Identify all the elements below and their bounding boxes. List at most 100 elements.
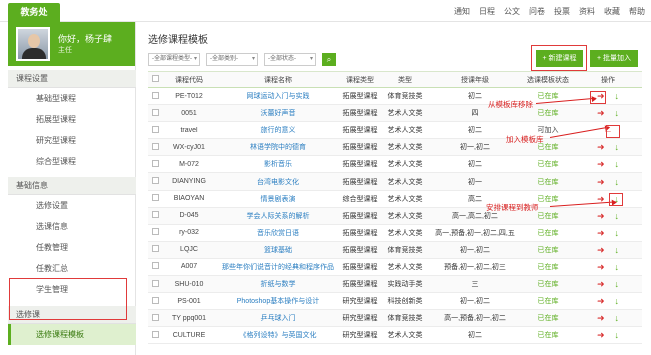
course-name-link[interactable]: Photoshop基本操作与设计 [218, 296, 338, 306]
remove-from-template-icon[interactable]: ➜ [597, 142, 605, 152]
remove-from-template-icon[interactable]: ➜ [597, 159, 605, 169]
topnav-documents[interactable]: 公文 [504, 6, 520, 17]
remove-from-template-icon[interactable]: ➜ [597, 330, 605, 340]
remove-from-template-icon[interactable]: ➜ [597, 211, 605, 221]
topnav-survey[interactable]: 问卷 [529, 6, 545, 17]
row-checkbox[interactable] [152, 177, 159, 185]
row-checkbox-cell [148, 108, 160, 118]
course-name-link[interactable]: 篮球基础 [218, 245, 338, 255]
assign-teacher-icon[interactable]: ↓ [615, 262, 620, 272]
course-name-link[interactable]: 情景剧表演 [218, 194, 338, 204]
header-category[interactable]: 类型 [382, 75, 428, 85]
brand-tab[interactable]: 教务处 [8, 3, 60, 22]
group-title-basic-info[interactable]: 基础信息 [8, 177, 136, 195]
assign-teacher-icon[interactable]: ↓ [615, 108, 620, 118]
row-checkbox[interactable] [152, 313, 159, 321]
row-checkbox[interactable] [152, 245, 159, 253]
header-code[interactable]: 课程代码 [160, 75, 218, 85]
course-grade: 高一,预备,初一,初二 [444, 315, 506, 323]
remove-from-template-icon[interactable]: ➜ [597, 313, 605, 323]
remove-from-template-icon[interactable]: ➜ [597, 91, 605, 101]
assign-teacher-icon[interactable]: ↓ [615, 245, 620, 255]
top-nav: 通知 日程 公文 问卷 投票 资料 收藏 帮助 [454, 6, 645, 17]
assign-teacher-icon[interactable]: ↓ [615, 330, 620, 340]
topnav-help[interactable]: 帮助 [629, 6, 645, 17]
sidebar-item-teaching-management[interactable]: 任教管理 [8, 237, 136, 258]
new-course-button[interactable]: + 新建课程 [536, 50, 583, 67]
select-all-checkbox[interactable] [152, 75, 159, 82]
row-checkbox[interactable] [152, 159, 159, 167]
topnav-schedule[interactable]: 日程 [479, 6, 495, 17]
header-checkbox-cell [148, 75, 160, 84]
course-type-select[interactable]: -全部课程类型- [148, 53, 200, 66]
status-select[interactable]: -全部状态- [264, 53, 316, 66]
course-code: SHU-010 [174, 280, 204, 288]
topnav-favorites[interactable]: 收藏 [604, 6, 620, 17]
assign-teacher-icon[interactable]: ↓ [615, 211, 620, 221]
row-checkbox[interactable] [152, 125, 159, 133]
header-status[interactable]: 选课模板状态 [522, 75, 574, 85]
remove-from-template-icon[interactable]: ➜ [597, 262, 605, 272]
remove-from-template-icon[interactable]: ➜ [597, 108, 605, 118]
course-name-link[interactable]: 影析音乐 [218, 159, 338, 169]
row-checkbox[interactable] [152, 211, 159, 219]
assign-teacher-icon[interactable]: ↓ [615, 142, 620, 152]
topnav-resources[interactable]: 资料 [579, 6, 595, 17]
sidebar-item-elective-template[interactable]: 选修课程模板 [8, 324, 136, 345]
row-checkbox[interactable] [152, 262, 159, 270]
assign-teacher-icon[interactable]: ↓ [615, 228, 620, 238]
row-checkbox[interactable] [152, 142, 159, 150]
course-name-link[interactable]: 台湾电影文化 [218, 177, 338, 187]
assign-teacher-icon[interactable]: ↓ [615, 177, 620, 187]
course-name-link[interactable]: 沃蕾好声音 [218, 108, 338, 118]
remove-from-template-icon[interactable]: ➜ [597, 245, 605, 255]
assign-teacher-icon[interactable]: ↓ [615, 279, 620, 289]
topnav-notice[interactable]: 通知 [454, 6, 470, 17]
course-name-link[interactable]: 网球运动入门与实践 [218, 91, 338, 101]
assign-teacher-icon[interactable]: ↓ [615, 159, 620, 169]
course-code: A007 [180, 263, 198, 271]
row-checkbox[interactable] [152, 279, 159, 287]
course-name-link[interactable]: 折纸与数学 [218, 279, 338, 289]
remove-from-template-icon[interactable]: ➜ [597, 177, 605, 187]
course-name-link[interactable]: 乒乓球入门 [218, 313, 338, 323]
remove-from-template-icon[interactable]: ➜ [597, 296, 605, 306]
group-title-course-settings[interactable]: 课程设置 [8, 70, 136, 88]
remove-from-template-icon[interactable]: ➜ [597, 228, 605, 238]
row-checkbox[interactable] [152, 108, 159, 116]
course-name-link[interactable]: 音乐欣赏日语 [218, 228, 338, 238]
group-title-elective[interactable]: 选修课 [8, 306, 136, 324]
batch-add-button[interactable]: + 批量加入 [590, 50, 638, 67]
header-name[interactable]: 课程名称 [218, 75, 338, 85]
sidebar-item-teaching-summary[interactable]: 任教汇总 [8, 258, 136, 279]
course-name-link[interactable]: 旅行的意义 [218, 125, 338, 135]
row-checkbox[interactable] [152, 194, 159, 202]
sidebar-item-integrated-course[interactable]: 综合型课程 [8, 151, 136, 172]
sidebar-item-research-course[interactable]: 研究型课程 [8, 130, 136, 151]
search-button[interactable]: ⌕ [322, 53, 336, 66]
course-name-link[interactable]: 林语学院中的德育 [218, 142, 338, 152]
course-name-link[interactable]: 《格列设特》与英国文化 [218, 330, 338, 340]
course-name-link[interactable]: 学会人际关系的解析 [218, 211, 338, 221]
sidebar-item-selection-info[interactable]: 选课信息 [8, 216, 136, 237]
header-course-type[interactable]: 课程类型 [338, 75, 382, 85]
sidebar-item-extended-course[interactable]: 拓展型课程 [8, 109, 136, 130]
assign-teacher-icon[interactable]: ↓ [615, 91, 620, 101]
remove-from-template-icon[interactable]: ➜ [597, 279, 605, 289]
sidebar-item-elective-settings[interactable]: 选修设置 [8, 195, 136, 216]
sidebar-item-student-management[interactable]: 学生管理 [8, 279, 136, 300]
row-checkbox[interactable] [152, 330, 159, 338]
assign-teacher-icon[interactable]: ↓ [615, 296, 620, 306]
assign-teacher-icon[interactable]: ↓ [615, 313, 620, 323]
header-grade[interactable]: 授课年级 [428, 75, 522, 85]
topnav-vote[interactable]: 投票 [554, 6, 570, 17]
sidebar-item-basic-course[interactable]: 基础型课程 [8, 88, 136, 109]
row-checkbox[interactable] [152, 91, 159, 99]
course-name-link[interactable]: 那些年你们说音计的经典和程序作品 [218, 262, 338, 272]
row-actions: ➜ ↓ [574, 330, 642, 340]
course-category: 艺术人文类 [387, 229, 423, 237]
course-code: TY ppq001 [171, 314, 207, 322]
category-select[interactable]: -全部类别- [206, 53, 258, 66]
row-checkbox[interactable] [152, 296, 159, 304]
row-checkbox[interactable] [152, 228, 159, 236]
